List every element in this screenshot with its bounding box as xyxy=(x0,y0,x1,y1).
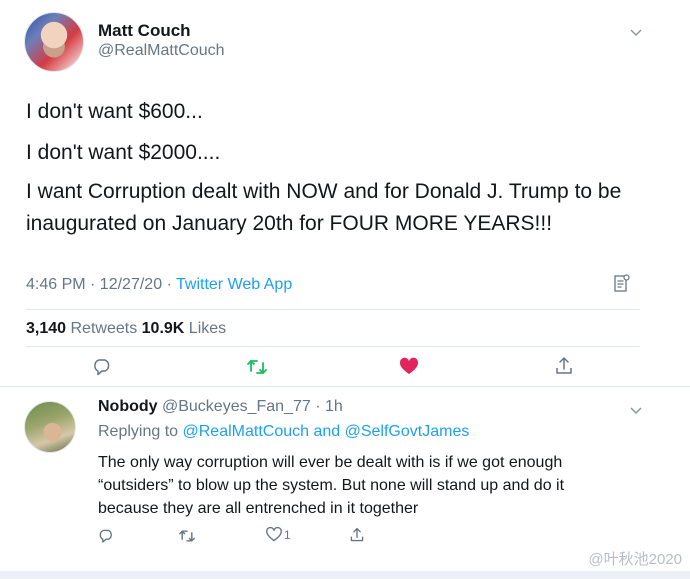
reply-handle-time[interactable]: @Buckeyes_Fan_77 · 1h xyxy=(158,398,343,415)
reply-text-line: The only way corruption will ever be dea… xyxy=(98,454,563,471)
reply-author-name[interactable]: Nobody xyxy=(98,398,158,415)
tweet-meta: 4:46 PM · 12/27/20 · Twitter Web App xyxy=(26,276,292,294)
reply-avatar[interactable] xyxy=(24,401,76,453)
watermark: @叶秋池2020 xyxy=(588,551,682,568)
tweet-source-link[interactable]: Twitter Web App xyxy=(176,276,292,293)
author-handle[interactable]: @RealMattCouch xyxy=(98,42,225,60)
tweet-text-line: inaugurated on January 20th for FOUR MOR… xyxy=(26,212,553,235)
mention-link[interactable]: @RealMattCouch xyxy=(183,423,310,440)
chevron-down-icon[interactable] xyxy=(630,24,642,40)
replying-and: and xyxy=(309,423,345,440)
tweet-timestamp[interactable]: 4:46 PM · 12/27/20 · xyxy=(26,276,176,293)
reply-text: The only way corruption will ever be dea… xyxy=(98,451,618,520)
reply-text-line: because they are all entrenched in it to… xyxy=(98,500,419,517)
tweet-text-line: I don't want $600... xyxy=(26,100,203,123)
bottom-bar xyxy=(0,571,690,579)
mention-link[interactable]: @SelfGovtJames xyxy=(345,423,470,440)
retweet-icon[interactable] xyxy=(178,528,195,544)
retweet-icon[interactable] xyxy=(246,357,268,379)
analytics-icon[interactable] xyxy=(614,274,630,293)
reply-icon[interactable] xyxy=(98,528,114,544)
heart-outline-icon[interactable] xyxy=(266,526,282,543)
retweet-count[interactable]: 3,140 xyxy=(26,320,66,337)
replying-prefix: Replying to xyxy=(98,423,183,440)
divider xyxy=(26,309,640,310)
likes-label[interactable]: Likes xyxy=(184,320,226,337)
tweet-text-line: I don't want $2000.... xyxy=(26,141,221,164)
divider xyxy=(0,386,690,387)
divider xyxy=(26,346,640,347)
reply-text-line: “outsiders” to blow up the system. But n… xyxy=(98,477,565,494)
replying-to: Replying to @RealMattCouch and @SelfGovt… xyxy=(98,423,469,441)
tweet-text-line: I want Corruption dealt with NOW and for… xyxy=(26,180,622,203)
tweet-stats: 3,140 Retweets 10.9K Likes xyxy=(26,320,226,338)
author-avatar[interactable] xyxy=(24,12,84,72)
author-name[interactable]: Matt Couch xyxy=(98,21,191,41)
reply-like-count: 1 xyxy=(284,528,291,542)
share-icon[interactable] xyxy=(554,356,576,378)
reply-icon[interactable] xyxy=(92,357,114,379)
heart-icon[interactable] xyxy=(399,357,421,379)
share-icon[interactable] xyxy=(349,527,365,543)
chevron-down-icon[interactable] xyxy=(630,402,642,418)
like-count[interactable]: 10.9K xyxy=(142,320,185,337)
reply-header: Nobody @Buckeyes_Fan_77 · 1h xyxy=(98,398,343,416)
retweets-label[interactable]: Retweets xyxy=(66,320,142,337)
reply-like[interactable]: 1 xyxy=(266,526,291,543)
